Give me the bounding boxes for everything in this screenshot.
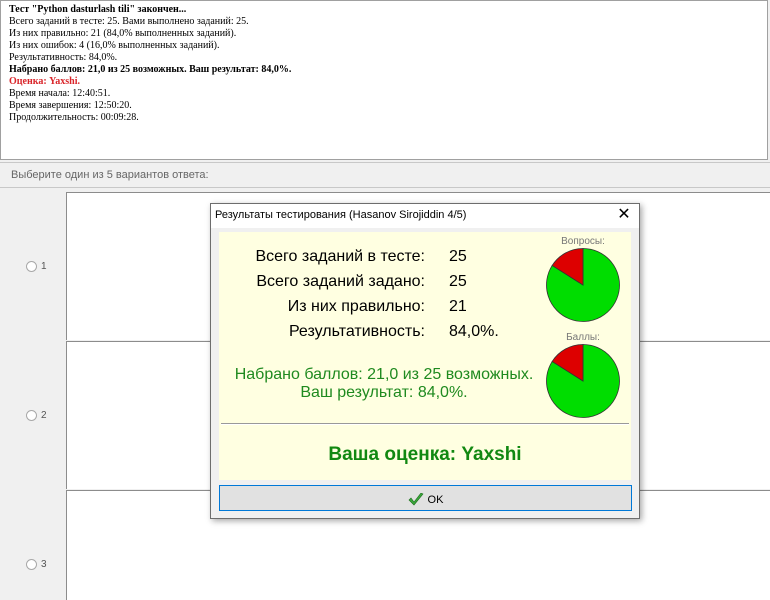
close-icon[interactable]: ✕ bbox=[614, 205, 634, 225]
checkmark-icon bbox=[408, 492, 424, 506]
report-line-grade: Оценка: Yaxshi. bbox=[9, 76, 81, 87]
option-radio-1[interactable] bbox=[26, 261, 37, 272]
stat-value-total: 25 bbox=[449, 248, 467, 265]
results-panel: Всего заданий в тесте: 25 Всего заданий … bbox=[219, 232, 631, 480]
results-dialog: Результаты тестирования (Hasanov Sirojid… bbox=[210, 203, 640, 519]
option-number-3: 3 bbox=[41, 559, 47, 570]
points-pie-chart bbox=[546, 344, 620, 418]
stat-value-asked: 25 bbox=[449, 273, 467, 290]
stat-label-correct: Из них правильно: bbox=[287, 298, 425, 315]
report-line-score: Набрано баллов: 21,0 из 25 возможных. Ва… bbox=[9, 64, 292, 75]
ok-button-label: OK bbox=[427, 493, 444, 506]
report-line-end: Время завершения: 12:50:20. bbox=[9, 100, 132, 111]
report-line-correct: Из них правильно: 21 (84,0% выполненных … bbox=[9, 28, 237, 39]
test-report-panel: Тест "Python dasturlash tili" закончен..… bbox=[0, 0, 768, 160]
dialog-title: Результаты тестирования (Hasanov Sirojid… bbox=[215, 209, 467, 221]
report-line-efficiency: Результативность: 84,0%. bbox=[9, 52, 118, 63]
questions-pie-chart bbox=[546, 248, 620, 322]
stat-value-correct: 21 bbox=[449, 298, 467, 315]
option-radio-3[interactable] bbox=[26, 559, 37, 570]
dialog-separator bbox=[221, 423, 629, 425]
pie-questions-label: Вопросы: bbox=[561, 236, 605, 247]
option-radio-2[interactable] bbox=[26, 410, 37, 421]
report-line-start: Время начала: 12:40:51. bbox=[9, 88, 111, 99]
option-number-1: 1 bbox=[41, 261, 47, 272]
grade-result: Ваша оценка: Yaxshi bbox=[328, 444, 522, 465]
report-title: Тест "Python dasturlash tili" закончен..… bbox=[9, 4, 187, 15]
score-summary: Набрано баллов: 21,0 из 25 возможных. bbox=[234, 366, 534, 383]
answer-instruction: Выберите один из 5 вариантов ответа: bbox=[0, 162, 770, 188]
report-line-total: Всего заданий в тесте: 25. Вами выполнен… bbox=[9, 16, 249, 27]
stat-label-total: Всего заданий в тесте: bbox=[255, 248, 425, 265]
stat-label-asked: Всего заданий задано: bbox=[256, 273, 425, 290]
stat-value-efficiency: 84,0%. bbox=[449, 323, 499, 340]
ok-button[interactable]: OK bbox=[219, 485, 632, 511]
dialog-titlebar[interactable]: Результаты тестирования (Hasanov Sirojid… bbox=[211, 204, 639, 228]
report-line-duration: Продолжительность: 00:09:28. bbox=[9, 112, 139, 123]
ok-button-content: OK bbox=[220, 492, 631, 507]
option-number-2: 2 bbox=[41, 410, 47, 421]
score-result: Ваш результат: 84,0%. bbox=[300, 384, 468, 401]
pie-points-label: Баллы: bbox=[566, 332, 600, 343]
stat-label-efficiency: Результативность: bbox=[288, 323, 425, 340]
report-line-errors: Из них ошибок: 4 (16,0% выполненных зада… bbox=[9, 40, 220, 51]
